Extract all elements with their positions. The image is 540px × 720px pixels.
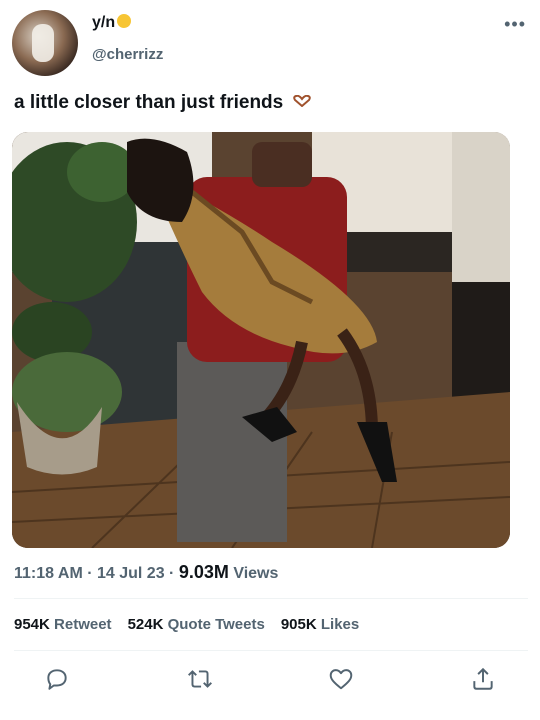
likes-stat[interactable]: 905K Likes: [281, 616, 359, 633]
emoji-icon: [117, 14, 132, 28]
display-name[interactable]: y/n: [92, 14, 132, 32]
tweet-photo[interactable]: [12, 132, 510, 548]
reply-button[interactable]: [42, 664, 72, 694]
retweets-stat[interactable]: 954K Retweet: [14, 616, 112, 633]
share-button[interactable]: [468, 664, 498, 694]
views-count: 9.03M: [178, 562, 229, 582]
more-options-icon[interactable]: •••: [504, 14, 526, 35]
display-name-text: y/n: [92, 14, 116, 31]
avatar[interactable]: [12, 10, 78, 76]
views-label: Views: [233, 565, 279, 582]
tweet-text: a little closer than just friends: [14, 92, 311, 114]
tweet-meta: 11:18 AM · 14 Jul 23 · 9.03M Views: [14, 562, 278, 583]
reply-icon: [47, 669, 67, 690]
heart-icon: [329, 669, 353, 690]
divider: [14, 598, 528, 599]
meta-separator: ·: [164, 565, 179, 582]
quotes-stat[interactable]: 524K Quote Tweets: [128, 616, 265, 633]
heart-hands-emoji-icon: [292, 95, 311, 107]
quotes-label: Quote Tweets: [167, 616, 265, 633]
tweet-header: y/n @cherrizz •••: [0, 0, 540, 80]
likes-count: 905K: [280, 616, 317, 633]
retweets-count: 954K: [14, 616, 50, 633]
action-bar: [0, 664, 540, 700]
likes-label: Likes: [320, 616, 360, 633]
engagement-stats: 954K Retweet 524K Quote Tweets 905K Like…: [14, 616, 359, 633]
retweet-button[interactable]: [185, 664, 215, 694]
retweet-icon: [188, 670, 212, 688]
photo-image: [12, 132, 510, 548]
divider: [14, 650, 528, 651]
user-handle[interactable]: @cherrizz: [92, 46, 163, 63]
quotes-count: 524K: [127, 616, 164, 633]
meta-separator: ·: [82, 565, 97, 582]
share-icon: [473, 667, 493, 690]
tweet-time[interactable]: 11:18 AM: [14, 565, 83, 582]
like-button[interactable]: [326, 664, 356, 694]
tweet-date[interactable]: 14 Jul 23: [97, 565, 165, 582]
tweet-text-content: a little closer than just friends: [14, 92, 284, 113]
avatar-photo-detail: [32, 24, 54, 62]
retweets-label: Retweet: [54, 616, 112, 633]
